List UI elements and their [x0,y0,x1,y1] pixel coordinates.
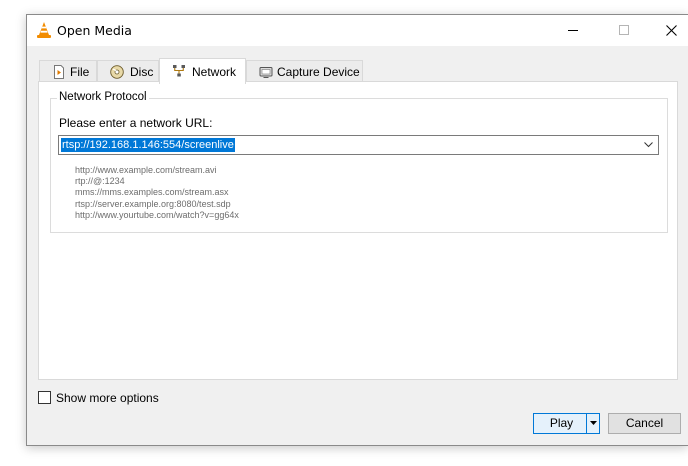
url-examples: http://www.example.com/stream.avi rtp://… [75,165,239,221]
tab-disc[interactable]: Disc [97,60,159,82]
capture-device-icon [259,67,273,78]
title-bar: Open Media [27,15,688,46]
network-url-input[interactable]: rtsp://192.168.1.146:554/screenlive [61,138,235,152]
tab-file[interactable]: File [39,60,97,82]
disc-icon [110,65,124,79]
open-media-dialog: Open Media File Disc Network Capture Dev… [26,14,688,446]
minimize-icon [568,30,578,31]
url-example: mms://mms.examples.com/stream.asx [75,187,229,198]
play-dropdown-button[interactable] [586,413,600,434]
cancel-button[interactable]: Cancel [608,413,681,434]
vlc-cone-icon [37,22,51,38]
url-example: rtp://@:1234 [75,176,125,187]
url-example: http://www.yourtube.com/watch?v=gg64x [75,209,239,220]
network-protocol-group: Network Protocol Please enter a network … [50,91,668,233]
tab-capture-device-label: Capture Device [277,65,360,79]
network-icon [173,65,185,77]
tab-disc-label: Disc [130,65,154,79]
maximize-icon [619,25,629,35]
tab-file-label: File [70,65,90,79]
caret-down-icon [590,421,597,425]
minimize-button[interactable] [551,15,597,46]
url-example: http://www.example.com/stream.avi [75,165,217,175]
play-button[interactable]: Play [533,413,590,434]
close-button[interactable] [649,15,688,46]
tab-network-label: Network [192,65,237,79]
chevron-down-icon[interactable] [644,142,653,148]
network-panel: Network Protocol Please enter a network … [38,81,678,380]
maximize-button[interactable] [602,15,648,46]
url-prompt-label: Please enter a network URL: [59,116,213,130]
close-icon [666,25,677,36]
network-url-combobox[interactable]: rtsp://192.168.1.146:554/screenlive [58,135,659,155]
tab-capture-device[interactable]: Capture Device [246,60,363,82]
show-more-options-checkbox[interactable] [38,391,51,404]
url-example: rtsp://server.example.org:8080/test.sdp [75,198,231,209]
tab-network[interactable]: Network [159,58,246,84]
group-title: Network Protocol [57,91,149,103]
show-more-options-label[interactable]: Show more options [56,391,159,405]
file-icon [54,65,64,79]
window-title: Open Media [57,23,132,38]
